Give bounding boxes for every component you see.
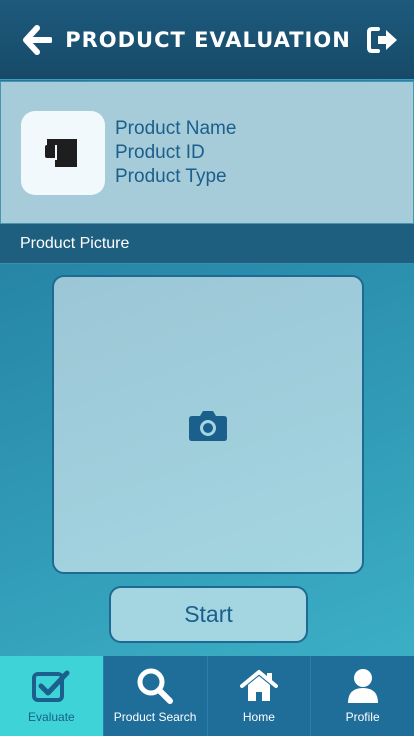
tab-label: Home [242, 710, 275, 724]
bottom-tab-bar: Evaluate Product Search Home Profile [0, 656, 414, 736]
product-type: Product Type [115, 165, 227, 187]
product-thumbnail [21, 110, 105, 195]
product-info: Product Name Product ID Product Type [115, 117, 236, 189]
tab-profile[interactable]: Profile [310, 656, 414, 736]
start-button[interactable]: Start [109, 586, 308, 643]
page-title: PRODUCT EVALUATION [65, 27, 351, 52]
search-icon [137, 668, 174, 704]
product-card: Product Name Product ID Product Type [0, 81, 414, 224]
tab-home[interactable]: Home [206, 656, 311, 736]
photo-upload-area[interactable] [52, 275, 364, 574]
arrow-left-icon [23, 24, 52, 55]
checkbox-icon [32, 670, 70, 702]
user-icon [347, 669, 378, 703]
camera-icon [189, 410, 227, 441]
logout-button[interactable] [366, 23, 400, 57]
sign-out-icon [367, 26, 397, 53]
back-button[interactable] [20, 23, 54, 57]
product-name: Product Name [115, 117, 237, 139]
tab-label: Product Search [113, 710, 197, 724]
tab-label: Evaluate [28, 710, 75, 724]
section-header: Product Picture [0, 224, 414, 264]
product-id: Product ID [115, 141, 205, 163]
mug-icon [45, 138, 77, 167]
app-header: PRODUCT EVALUATION [0, 0, 414, 80]
tab-evaluate[interactable]: Evaluate [0, 656, 103, 736]
tab-label: Profile [345, 710, 380, 724]
home-icon [239, 670, 278, 701]
tab-product-search[interactable]: Product Search [102, 656, 207, 736]
